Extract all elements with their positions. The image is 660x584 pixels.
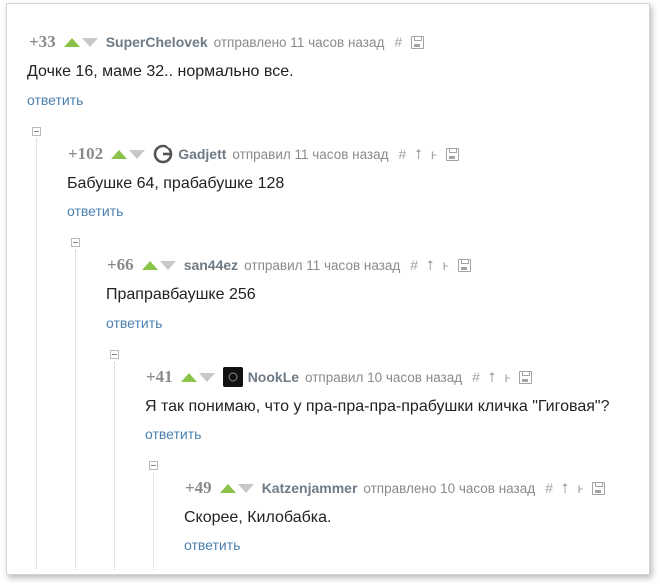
- comment-author[interactable]: NookLe: [248, 369, 299, 385]
- collapse-toggle[interactable]: [71, 238, 80, 247]
- upvote-icon[interactable]: [180, 372, 197, 382]
- comment-author[interactable]: SuperChelovek: [106, 34, 208, 50]
- reply-link[interactable]: ответить: [145, 426, 201, 442]
- comment-author[interactable]: Gadjett: [178, 146, 226, 162]
- reply-link[interactable]: ответить: [106, 315, 162, 331]
- comment-text: Праправбаушке 256: [106, 286, 256, 303]
- collapse-toggle[interactable]: [32, 127, 41, 136]
- hash-link-icon[interactable]: #: [472, 369, 480, 385]
- avatar-icon[interactable]: [153, 144, 173, 164]
- branch-icon[interactable]: ⱶ: [505, 369, 511, 385]
- thread-line: [153, 473, 154, 570]
- downvote-icon[interactable]: [129, 149, 146, 159]
- upvote-icon[interactable]: [141, 260, 158, 270]
- comment-time: отправил 10 часов назад: [305, 369, 463, 385]
- hash-link-icon[interactable]: #: [545, 480, 553, 496]
- comment-header: +66 san44ez отправил 11 часов назад # ⭡ …: [107, 254, 471, 276]
- save-icon[interactable]: [411, 35, 425, 49]
- comment-time: отправлено 10 часов назад: [363, 480, 536, 496]
- save-icon[interactable]: [519, 370, 533, 384]
- comment-time: отправил 11 часов назад: [244, 257, 401, 273]
- thread-line: [36, 139, 37, 569]
- save-icon[interactable]: [457, 258, 471, 272]
- downvote-icon[interactable]: [81, 37, 98, 47]
- parent-link-icon[interactable]: ⭡: [489, 369, 496, 386]
- branch-icon[interactable]: ⱶ: [578, 480, 584, 496]
- hash-link-icon[interactable]: #: [410, 257, 418, 273]
- save-icon[interactable]: [592, 481, 606, 495]
- avatar-icon[interactable]: [222, 367, 243, 387]
- parent-link-icon[interactable]: ⭡: [415, 146, 422, 163]
- reply-link[interactable]: ответить: [184, 537, 240, 553]
- comment-text: Бабушке 64, прабабушке 128: [67, 175, 285, 192]
- upvote-icon[interactable]: [63, 37, 80, 47]
- comment-text: Дочке 16, маме 32.. нормально все.: [27, 63, 294, 80]
- upvote-icon[interactable]: [111, 149, 128, 159]
- comment-time: отправлено 11 часов назад: [213, 34, 385, 50]
- comment-header: +102 Gadjett отправил 11 часов назад # ⭡…: [68, 143, 459, 165]
- thread-line: [114, 362, 115, 570]
- comment-header: +41 NookLe отправил 10 часов назад # ⭡ ⱶ: [146, 366, 533, 388]
- comment-rating: +49: [185, 478, 212, 497]
- comment-header: +33 SuperChelovek отправлено 11 часов на…: [29, 31, 425, 53]
- thread-line: [75, 250, 76, 570]
- comments-panel: +33 SuperChelovek отправлено 11 часов на…: [6, 3, 650, 575]
- comment-time: отправил 11 часов назад: [232, 146, 389, 162]
- parent-link-icon[interactable]: ⭡: [427, 257, 434, 274]
- comment-rating: +33: [29, 32, 56, 51]
- comment-author[interactable]: Katzenjammer: [262, 480, 358, 496]
- parent-link-icon[interactable]: ⭡: [562, 480, 569, 497]
- reply-link[interactable]: ответить: [67, 203, 123, 219]
- comment-rating: +41: [146, 367, 173, 386]
- upvote-icon[interactable]: [219, 483, 236, 493]
- downvote-icon[interactable]: [159, 260, 176, 270]
- downvote-icon[interactable]: [198, 372, 215, 382]
- comment-header: +49 Katzenjammer отправлено 10 часов наз…: [185, 477, 606, 499]
- collapse-toggle[interactable]: [110, 350, 119, 359]
- comment-text: Я так понимаю, что у пра-пра-пра-прабушк…: [145, 398, 610, 415]
- collapse-toggle[interactable]: [149, 461, 158, 470]
- comment-text: Скорее, Килобабка.: [184, 509, 332, 526]
- hash-link-icon[interactable]: #: [399, 146, 407, 162]
- branch-icon[interactable]: ⱶ: [443, 257, 449, 273]
- save-icon[interactable]: [445, 147, 459, 161]
- comment-rating: +66: [107, 255, 134, 274]
- comment-author[interactable]: san44ez: [184, 257, 238, 273]
- hash-link-icon[interactable]: #: [394, 34, 402, 50]
- reply-link[interactable]: ответить: [27, 92, 83, 108]
- branch-icon[interactable]: ⱶ: [431, 146, 437, 162]
- comment-rating: +102: [68, 144, 104, 163]
- downvote-icon[interactable]: [237, 483, 254, 493]
